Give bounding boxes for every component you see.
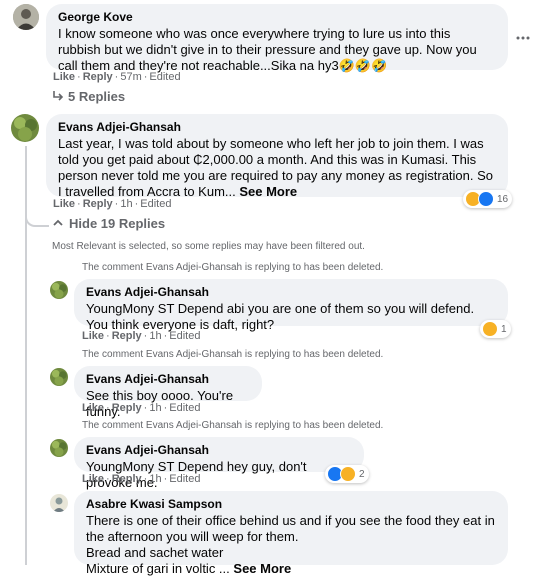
reply-text: YoungMony ST Depend abi you are one of t… bbox=[86, 301, 475, 332]
deleted-comment-notice: The comment Evans Adjei-Ghansah is reply… bbox=[82, 420, 384, 431]
reply-button[interactable]: Reply bbox=[112, 402, 142, 414]
edited-label: Edited bbox=[169, 473, 201, 485]
edited-label: Edited bbox=[149, 71, 181, 83]
chevron-up-icon bbox=[53, 219, 63, 226]
laughing-emoji: 🤣🤣🤣 bbox=[338, 58, 388, 73]
reply-arrow-icon bbox=[53, 91, 64, 101]
reply-actions: Like · Reply · 1h · Edited bbox=[82, 473, 201, 485]
comment-actions: Like · Reply · 57m · Edited bbox=[53, 71, 181, 83]
avatar-evans-adjei-ghansah[interactable] bbox=[11, 114, 39, 142]
avatar-photo bbox=[50, 439, 68, 457]
comment-author[interactable]: Evans Adjei-Ghansah bbox=[58, 120, 496, 135]
deleted-comment-notice: The comment Evans Adjei-Ghansah is reply… bbox=[82, 349, 384, 360]
comment-bubble: George Kove I know someone who was once … bbox=[46, 4, 508, 73]
avatar-photo bbox=[50, 368, 68, 386]
like-button[interactable]: Like bbox=[53, 198, 75, 210]
reply-bubble: Evans Adjei-Ghansah YoungMony ST Depend … bbox=[74, 279, 508, 332]
avatar-evans-adjei-ghansah[interactable] bbox=[50, 281, 68, 299]
reply-bubble: Asabre Kwasi Sampson There is one of the… bbox=[74, 491, 508, 576]
like-button[interactable]: Like bbox=[53, 71, 75, 83]
avatar-photo bbox=[50, 281, 68, 299]
reply-button[interactable]: Reply bbox=[83, 71, 113, 83]
reply-actions: Like · Reply · 1h · Edited bbox=[82, 330, 201, 342]
haha-reaction-icon bbox=[482, 321, 498, 337]
reply-button[interactable]: Reply bbox=[112, 473, 142, 485]
avatar-george-kove[interactable] bbox=[13, 4, 39, 30]
comment-bubble: Evans Adjei-Ghansah Last year, I was tol… bbox=[46, 114, 508, 199]
avatar-photo bbox=[13, 4, 39, 30]
reply-author[interactable]: Evans Adjei-Ghansah bbox=[86, 372, 250, 387]
hide-replies-button[interactable]: Hide 19 Replies bbox=[52, 216, 165, 232]
like-button[interactable]: Like bbox=[82, 402, 104, 414]
reply-button[interactable]: Reply bbox=[112, 330, 142, 342]
comment-text: I know someone who was once everywhere t… bbox=[58, 26, 477, 73]
edited-label: Edited bbox=[169, 402, 201, 414]
comment-author[interactable]: George Kove bbox=[58, 10, 496, 25]
haha-reaction-icon bbox=[340, 466, 356, 482]
reaction-summary[interactable]: 2 bbox=[325, 465, 369, 483]
filter-notice: Most Relevant is selected, so some repli… bbox=[52, 241, 365, 252]
like-reaction-icon bbox=[478, 191, 494, 207]
timestamp[interactable]: 1h bbox=[120, 198, 132, 210]
reply-actions: Like · Reply · 1h · Edited bbox=[82, 402, 201, 414]
reply-text-line: Mixture of gari in voltic ... See More bbox=[86, 561, 292, 576]
reply-author[interactable]: Evans Adjei-Ghansah bbox=[86, 443, 352, 458]
like-button[interactable]: Like bbox=[82, 330, 104, 342]
like-button[interactable]: Like bbox=[82, 473, 104, 485]
see-more-link[interactable]: See More bbox=[239, 184, 297, 199]
see-more-link[interactable]: See More bbox=[233, 561, 291, 576]
reply-bubble: Evans Adjei-Ghansah YoungMony ST Depend … bbox=[74, 437, 364, 490]
deleted-comment-notice: The comment Evans Adjei-Ghansah is reply… bbox=[82, 262, 384, 273]
thread-connector bbox=[25, 210, 49, 227]
reply-bubble: Evans Adjei-Ghansah See this boy oooo. Y… bbox=[74, 366, 262, 419]
comment-text: Last year, I was told about by someone w… bbox=[58, 136, 494, 199]
reaction-summary[interactable]: 16 bbox=[463, 190, 513, 208]
timestamp[interactable]: 57m bbox=[120, 71, 141, 83]
reply-text: There is one of their office behind us a… bbox=[86, 513, 496, 577]
more-options-icon[interactable] bbox=[516, 28, 530, 40]
edited-label: Edited bbox=[169, 330, 201, 342]
reply-author[interactable]: Evans Adjei-Ghansah bbox=[86, 285, 496, 300]
avatar-evans-adjei-ghansah[interactable] bbox=[50, 368, 68, 386]
avatar-asabre-kwasi-sampson[interactable] bbox=[50, 494, 68, 512]
edited-label: Edited bbox=[140, 198, 172, 210]
reaction-count: 16 bbox=[497, 193, 509, 205]
reaction-count: 2 bbox=[359, 468, 365, 480]
reply-text-line: There is one of their office behind us a… bbox=[86, 513, 495, 544]
timestamp[interactable]: 1h bbox=[149, 473, 161, 485]
replies-thread-line bbox=[25, 226, 27, 565]
avatar-photo bbox=[11, 114, 39, 142]
timestamp[interactable]: 1h bbox=[149, 402, 161, 414]
timestamp[interactable]: 1h bbox=[149, 330, 161, 342]
reply-author[interactable]: Asabre Kwasi Sampson bbox=[86, 497, 496, 512]
reaction-count: 1 bbox=[501, 323, 507, 335]
view-replies-button[interactable]: 5 Replies bbox=[52, 89, 125, 105]
comment-actions: Like · Reply · 1h · Edited bbox=[53, 198, 172, 210]
reply-text-line: Bread and sachet water bbox=[86, 545, 224, 560]
reaction-summary[interactable]: 1 bbox=[480, 320, 511, 338]
reply-button[interactable]: Reply bbox=[83, 198, 113, 210]
avatar-photo bbox=[50, 494, 68, 512]
avatar-evans-adjei-ghansah[interactable] bbox=[50, 439, 68, 457]
